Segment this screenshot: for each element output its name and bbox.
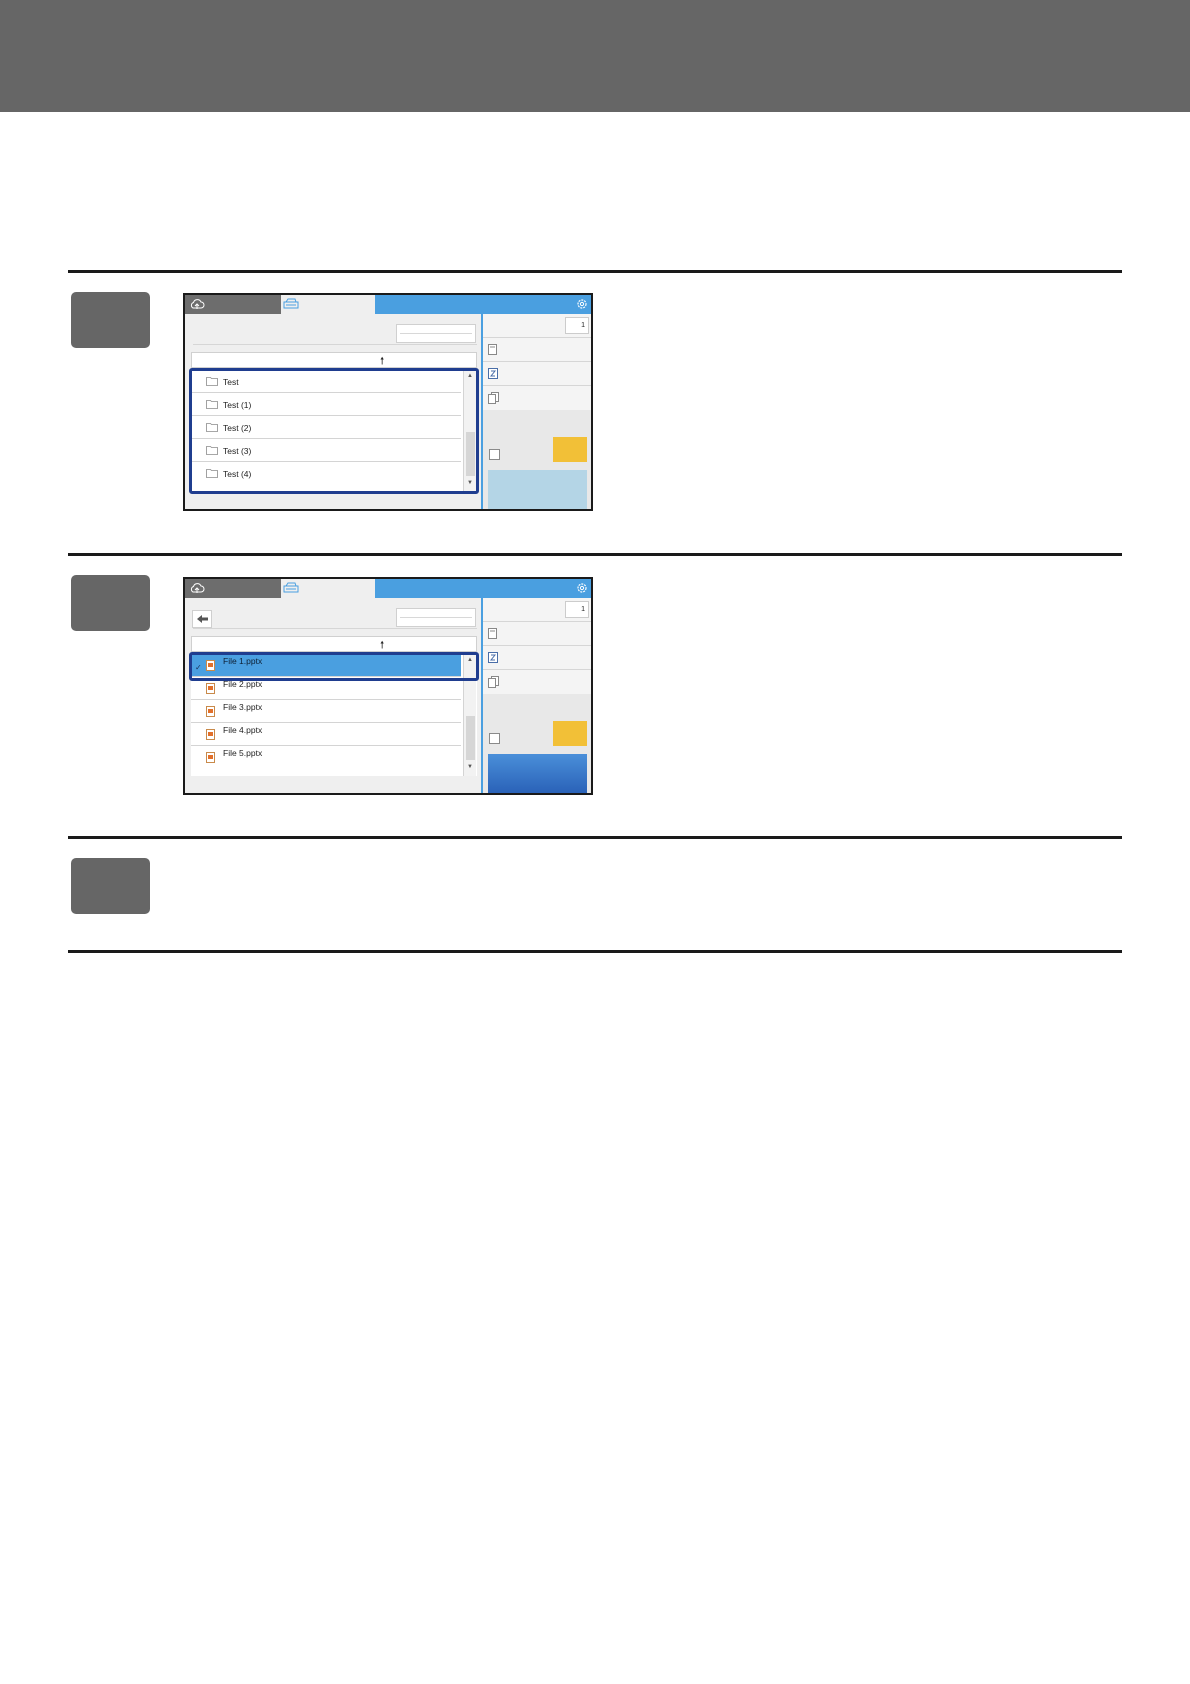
start-button[interactable] [488,754,587,793]
divider [193,344,477,345]
tab-cloud[interactable] [185,579,281,598]
print-settings-pane: 1 [483,598,591,793]
tab-cloud[interactable] [185,295,281,314]
back-button[interactable] [192,610,212,628]
yellow-button[interactable] [553,721,587,746]
search-input[interactable] [396,608,476,627]
yellow-button[interactable] [553,437,587,462]
divider [483,361,591,362]
list-item[interactable]: File 3.pptx [191,700,461,723]
divider [483,385,591,386]
manual-page: 🠕 Test Test (1) Test (2) Test (3) Test (… [0,0,1190,1684]
search-input[interactable] [396,324,476,343]
list-item[interactable]: File 5.pptx [191,746,461,769]
list-item-label: File 5.pptx [223,748,263,758]
option-checkbox[interactable] [489,449,500,460]
divider [483,337,591,338]
divider [483,669,591,670]
divider [483,645,591,646]
cloud-upload-icon [189,298,205,310]
zoom-icon[interactable] [488,367,499,385]
pptx-file-icon [206,706,215,717]
start-button-disabled [488,470,587,509]
path-bar[interactable]: 🠕 [191,636,477,652]
list-item-label: File 3.pptx [223,702,263,712]
scanner-printer-icon [283,298,299,310]
tab-printer[interactable] [281,295,375,314]
cloud-upload-icon [189,582,205,594]
pptx-file-icon [206,729,215,740]
scanner-printer-icon [283,582,299,594]
divider [483,621,591,622]
file-browser-pane: 🠕 Test Test (1) Test (2) Test (3) Test (… [185,314,481,509]
section-rule [68,270,1122,273]
page-header-bar [0,0,1190,112]
divider [193,628,477,629]
copies-input[interactable]: 1 [565,601,589,618]
option-checkbox[interactable] [489,733,500,744]
back-arrow-icon [196,614,209,624]
scroll-down-icon[interactable]: ▼ [467,764,473,770]
gear-icon[interactable] [576,582,588,594]
duplex-icon[interactable] [488,675,500,693]
step-badge-1 [71,292,150,348]
tab-printer[interactable] [281,579,375,598]
print-settings-pane: 1 [483,314,591,509]
gear-icon[interactable] [576,298,588,310]
duplex-icon[interactable] [488,391,500,409]
paper-icon[interactable] [488,343,499,361]
scrollbar-thumb[interactable] [466,716,475,760]
section-rule [68,553,1122,556]
copies-input[interactable]: 1 [565,317,589,334]
paper-icon[interactable] [488,627,499,645]
screenshot-step-2: 🠕 ✓ File 1.pptx File 2.pptx File 3.pptx [183,577,593,795]
section-rule [68,836,1122,839]
selection-highlight-frame [189,368,479,494]
path-bar[interactable]: 🠕 [191,352,477,368]
screenshot-step-1: 🠕 Test Test (1) Test (2) Test (3) Test (… [183,293,593,511]
pptx-file-icon [206,752,215,763]
zoom-icon[interactable] [488,651,499,669]
selection-highlight-frame [189,652,479,681]
list-item[interactable]: File 4.pptx [191,723,461,746]
pptx-file-icon [206,683,215,694]
list-item-label: File 4.pptx [223,725,263,735]
step-badge-2 [71,575,150,631]
step-badge-3 [71,858,150,914]
section-rule [68,950,1122,953]
file-browser-pane: 🠕 ✓ File 1.pptx File 2.pptx File 3.pptx [185,598,481,793]
